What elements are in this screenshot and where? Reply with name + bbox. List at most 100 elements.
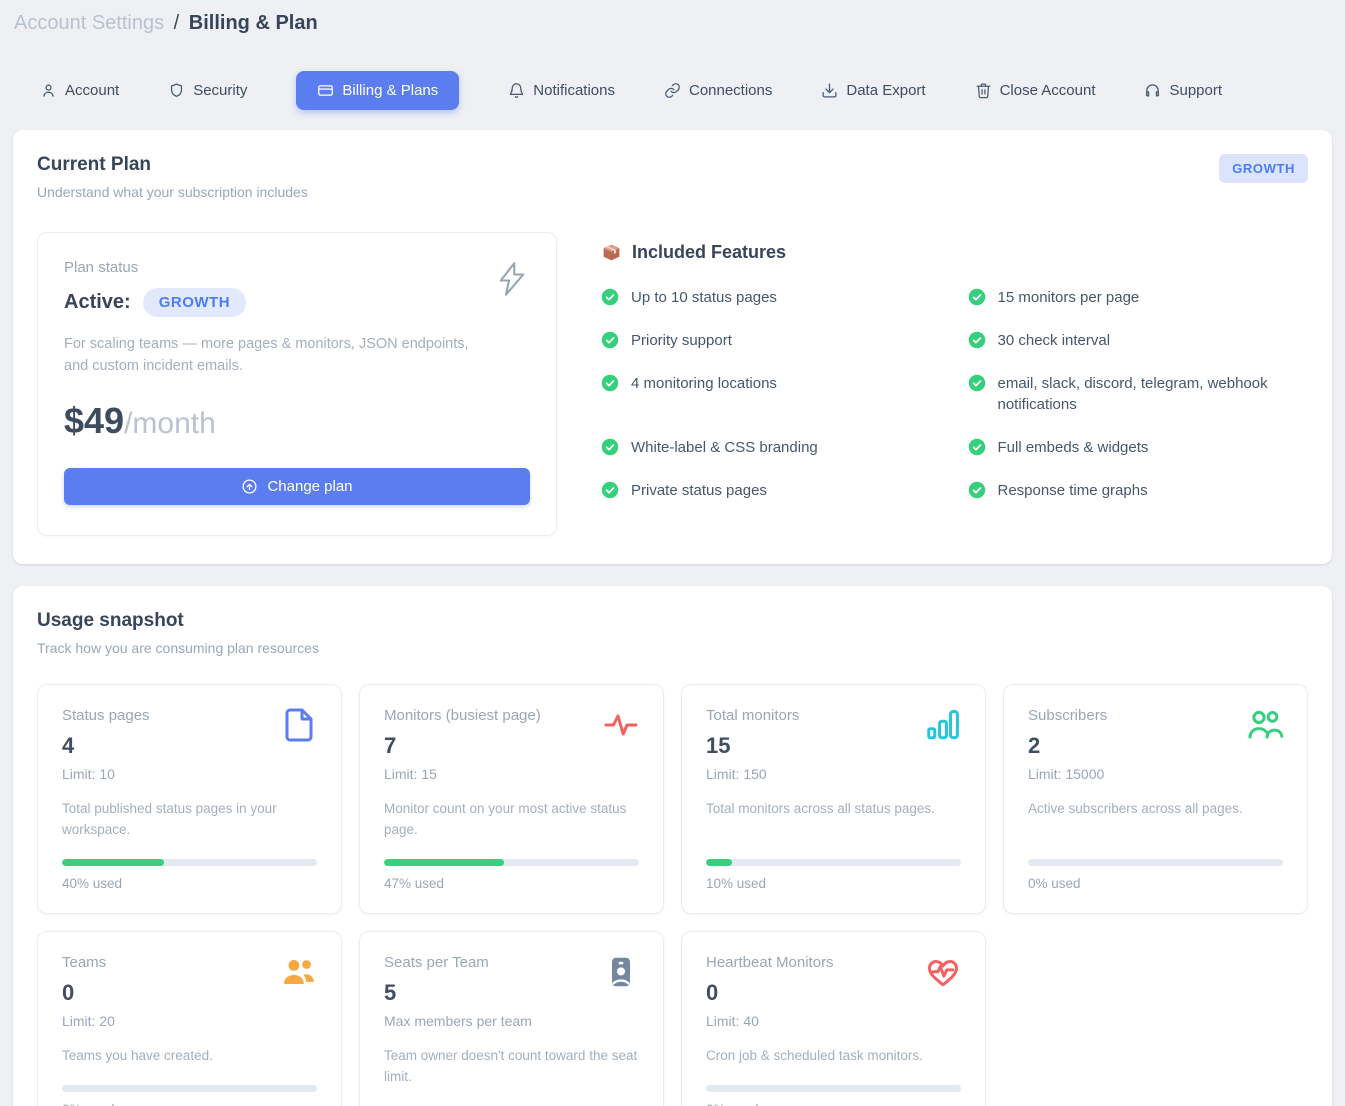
id-badge-icon xyxy=(603,954,639,995)
feature-label: Up to 10 status pages xyxy=(631,287,777,309)
plan-price-period: /month xyxy=(124,407,216,440)
feature-label: Private status pages xyxy=(631,480,767,502)
download-icon xyxy=(821,82,838,99)
feature-item: Response time graphs xyxy=(968,480,1309,502)
usage-card-title: Total monitors xyxy=(706,707,799,724)
plan-status-label: Plan status xyxy=(64,259,530,276)
tab-label: Connections xyxy=(689,82,772,99)
heart-pulse-icon xyxy=(925,954,961,995)
included-features-title: Included Features xyxy=(632,242,786,263)
feature-item: 15 monitors per page xyxy=(968,287,1309,309)
usage-card-value: 4 xyxy=(62,733,150,759)
credit-card-icon xyxy=(317,82,334,99)
usage-card-heartbeat-monitors: Heartbeat Monitors 0 Limit: 40 Cron job … xyxy=(681,931,986,1106)
usage-card-limit: Limit: 10 xyxy=(62,766,150,782)
feature-item: Private status pages xyxy=(601,480,942,502)
percent-used-label: 40% used xyxy=(62,876,317,891)
usage-card-title: Status pages xyxy=(62,707,150,724)
breadcrumb-section[interactable]: Account Settings xyxy=(14,12,164,34)
progress-bar xyxy=(1028,859,1283,866)
feature-label: 30 check interval xyxy=(998,330,1111,352)
usage-card-seats-per-team: Seats per Team 5 Max members per team Te… xyxy=(359,931,664,1106)
breadcrumb-separator: / xyxy=(170,12,184,34)
plan-name-pill: GROWTH xyxy=(143,288,246,317)
check-circle-icon xyxy=(968,374,986,392)
check-circle-icon xyxy=(601,288,619,306)
feature-label: Priority support xyxy=(631,330,732,352)
usage-card-description: Total monitors across all status pages. xyxy=(706,799,961,820)
usage-card-monitors-busiest: Monitors (busiest page) 7 Limit: 15 Moni… xyxy=(359,684,664,914)
usage-card-description: Total published status pages in your wor… xyxy=(62,799,317,841)
activity-icon xyxy=(603,707,639,748)
usage-card-title: Subscribers xyxy=(1028,707,1107,724)
tab-billing-plans[interactable]: Billing & Plans xyxy=(296,71,459,110)
change-plan-label: Change plan xyxy=(267,478,352,495)
plan-status-card: Plan status Active: GROWTH For scaling t… xyxy=(37,232,557,536)
feature-label: White-label & CSS branding xyxy=(631,437,818,459)
users-icon xyxy=(1247,707,1283,748)
feature-label: 4 monitoring locations xyxy=(631,373,777,395)
check-circle-icon xyxy=(601,438,619,456)
plan-badge: GROWTH xyxy=(1219,154,1308,183)
tab-data-export[interactable]: Data Export xyxy=(821,82,925,99)
progress-bar xyxy=(62,859,317,866)
feature-item: 4 monitoring locations xyxy=(601,373,942,395)
percent-used-label: 0% used xyxy=(62,1102,317,1106)
usage-card-status-pages: Status pages 4 Limit: 10 Total published… xyxy=(37,684,342,914)
package-icon xyxy=(601,242,622,263)
usage-snapshot-panel: Usage snapshot Track how you are consumi… xyxy=(13,586,1332,1106)
file-icon xyxy=(281,707,317,748)
tab-close-account[interactable]: Close Account xyxy=(975,82,1096,99)
lightning-bolt-icon xyxy=(494,259,530,304)
current-plan-subtitle: Understand what your subscription includ… xyxy=(37,184,308,200)
usage-card-limit: Limit: 15000 xyxy=(1028,766,1107,782)
headset-icon xyxy=(1144,82,1161,99)
tab-connections[interactable]: Connections xyxy=(664,82,772,99)
usage-card-value: 15 xyxy=(706,733,799,759)
tab-label: Security xyxy=(193,82,247,99)
bar-chart-icon xyxy=(925,707,961,748)
feature-item: Up to 10 status pages xyxy=(601,287,942,309)
shield-icon xyxy=(168,82,185,99)
feature-label: Full embeds & widgets xyxy=(998,437,1149,459)
usage-card-limit: Limit: 150 xyxy=(706,766,799,782)
tab-label: Billing & Plans xyxy=(342,82,438,99)
tab-security[interactable]: Security xyxy=(168,82,247,99)
progress-bar xyxy=(706,1085,961,1092)
bell-icon xyxy=(508,82,525,99)
check-circle-icon xyxy=(601,374,619,392)
feature-label: 15 monitors per page xyxy=(998,287,1140,309)
check-circle-icon xyxy=(968,438,986,456)
usage-card-description: Team owner doesn't count toward the seat… xyxy=(384,1046,639,1088)
progress-bar xyxy=(62,1085,317,1092)
link-icon xyxy=(664,82,681,99)
usage-card-total-monitors: Total monitors 15 Limit: 150 Total monit… xyxy=(681,684,986,914)
tab-label: Support xyxy=(1169,82,1222,99)
tab-notifications[interactable]: Notifications xyxy=(508,82,615,99)
check-circle-icon xyxy=(601,331,619,349)
tab-account[interactable]: Account xyxy=(40,82,119,99)
percent-used-label: 0% used xyxy=(1028,876,1283,891)
usage-card-title: Teams xyxy=(62,954,115,971)
usage-card-title: Monitors (busiest page) xyxy=(384,707,541,724)
usage-title: Usage snapshot xyxy=(37,610,319,632)
progress-bar xyxy=(706,859,961,866)
user-icon xyxy=(40,82,57,99)
usage-card-description: Monitor count on your most active status… xyxy=(384,799,639,841)
usage-card-description: Active subscribers across all pages. xyxy=(1028,799,1283,820)
usage-card-description: Cron job & scheduled task monitors. xyxy=(706,1046,961,1067)
feature-item: email, slack, discord, telegram, webhook… xyxy=(968,373,1309,417)
check-circle-icon xyxy=(968,481,986,499)
feature-label: email, slack, discord, telegram, webhook… xyxy=(998,373,1309,417)
settings-tabbar: Account Security Billing & Plans Notific… xyxy=(40,71,1321,110)
usage-card-limit: Limit: 20 xyxy=(62,1013,115,1029)
change-plan-button[interactable]: Change plan xyxy=(64,468,530,505)
percent-used-label: 0% used xyxy=(706,1102,961,1106)
check-circle-icon xyxy=(601,481,619,499)
usage-grid-row-2: Teams 0 Limit: 20 Teams you have created… xyxy=(37,931,1308,1106)
usage-subtitle: Track how you are consuming plan resourc… xyxy=(37,640,319,656)
percent-used-label: 47% used xyxy=(384,876,639,891)
current-plan-title: Current Plan xyxy=(37,154,308,176)
tab-support[interactable]: Support xyxy=(1144,82,1222,99)
plan-price: $49 xyxy=(64,400,124,441)
